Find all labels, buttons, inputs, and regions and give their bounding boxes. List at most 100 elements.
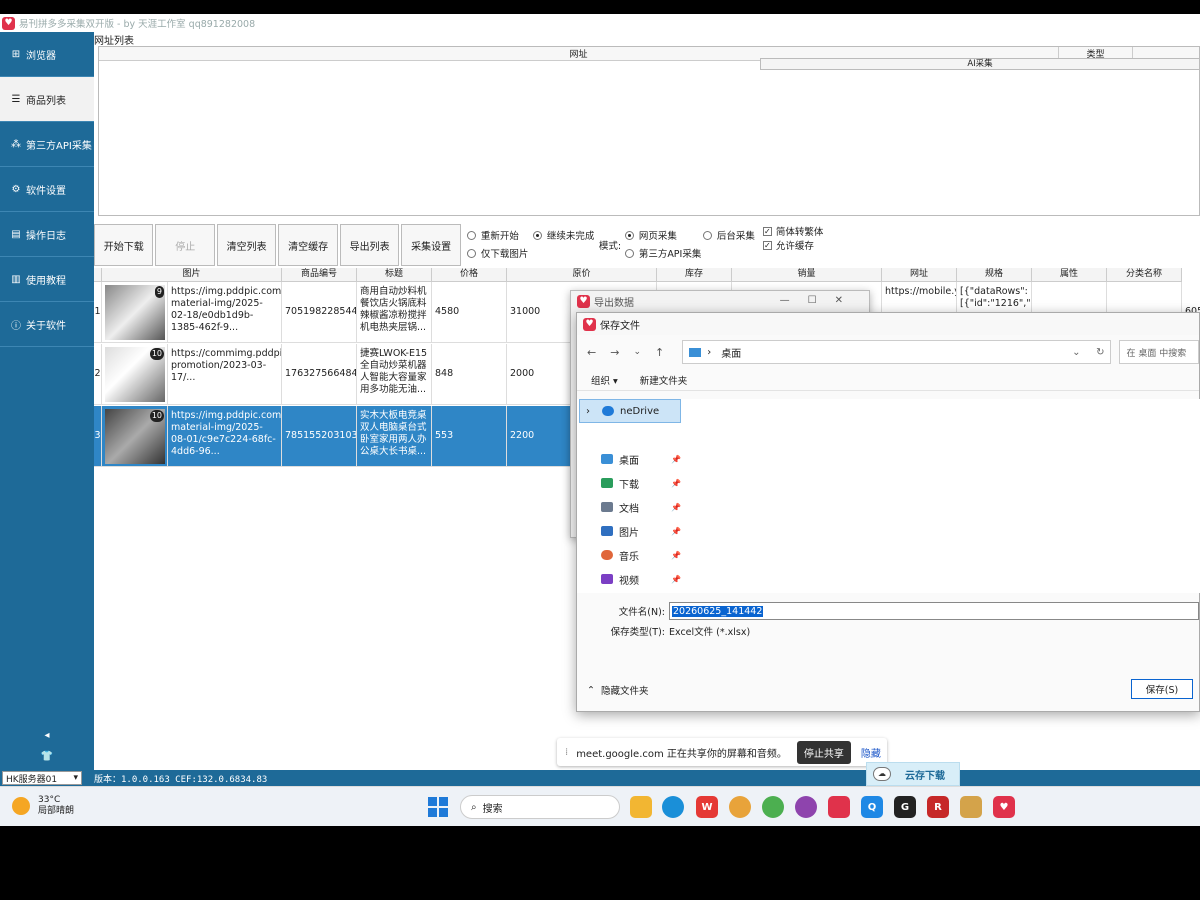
product-id-column-header[interactable]: 商品编号: [282, 268, 357, 282]
filename-input[interactable]: 20260625_141442: [669, 602, 1199, 620]
collect-settings-button[interactable]: 采集设置: [401, 224, 461, 266]
price-column-header[interactable]: 价格: [432, 268, 507, 282]
filename-row: 文件名(N): 20260625_141442: [577, 601, 1200, 621]
store-app-icon[interactable]: [960, 796, 982, 818]
simp-to-trad-checkbox[interactable]: ✓ 简体转繁体: [762, 224, 823, 238]
tree-item-pictures[interactable]: 图片 📌: [577, 519, 693, 543]
export-list-button[interactable]: 导出列表: [339, 224, 400, 266]
up-arrow-icon[interactable]: ↑: [655, 346, 664, 359]
checkbox-indicator: ✓: [762, 240, 772, 250]
tree-item-onedrive[interactable]: › neDrive: [579, 399, 681, 423]
new-folder-button[interactable]: 新建文件夹: [640, 373, 688, 387]
server-select[interactable]: HK服务器01 ▾: [2, 771, 82, 785]
url-column-header[interactable]: 网址: [882, 268, 957, 282]
search-input[interactable]: 在 桌面 中搜索: [1119, 340, 1199, 364]
weather-widget[interactable]: 33°C 局部晴朗: [12, 795, 74, 817]
mode-api-radio[interactable]: 第三方API采集: [624, 246, 702, 260]
sidebar-item-product-list[interactable]: ☰ 商品列表: [0, 77, 94, 122]
mode-web-radio[interactable]: 网页采集: [624, 228, 677, 242]
start-button[interactable]: [428, 797, 448, 817]
g-app-icon[interactable]: G: [894, 796, 916, 818]
tree-item-music[interactable]: 音乐 📌: [577, 543, 693, 567]
radio-indicator: [702, 230, 712, 240]
organize-button[interactable]: 组织 ▾: [591, 373, 618, 387]
spec-column-header[interactable]: 规格: [957, 268, 1032, 282]
product-image: 10: [105, 347, 165, 402]
app-heart-taskbar-icon[interactable]: ♥: [993, 796, 1015, 818]
desktop-icon: [601, 454, 613, 464]
attribute-column-header[interactable]: 属性: [1032, 268, 1107, 282]
image-count-badge: 10: [149, 410, 164, 422]
refresh-icon[interactable]: ↻: [1096, 347, 1104, 358]
image-column-header[interactable]: 图片: [102, 268, 282, 282]
title-column-header[interactable]: 标题: [357, 268, 432, 282]
shirt-icon[interactable]: 👕: [0, 751, 94, 762]
ai-collect-bar[interactable]: AI采集: [760, 58, 1200, 70]
tree-item-downloads[interactable]: 下载 📌: [577, 471, 693, 495]
q-app-icon[interactable]: Q: [861, 796, 883, 818]
sidebar-item-log[interactable]: ▤ 操作日志: [0, 212, 94, 257]
save-button[interactable]: 保存(S): [1131, 679, 1193, 699]
wps-icon[interactable]: W: [696, 796, 718, 818]
continue-radio[interactable]: 继续未完成: [532, 228, 594, 242]
weather-sun-icon: [12, 797, 30, 815]
chrome-profile-icon[interactable]: [762, 796, 784, 818]
tree-item-documents[interactable]: 文档 📌: [577, 495, 693, 519]
pin-icon: 📌: [671, 526, 681, 536]
product-thumbnail: 10: [102, 344, 168, 404]
collapse-arrow-icon[interactable]: ◂: [0, 730, 94, 741]
allow-cache-checkbox[interactable]: ✓ 允许缓存: [762, 238, 814, 252]
filetype-select[interactable]: Excel文件 (*.xlsx): [669, 624, 750, 638]
taskbar-search[interactable]: ⌕ 搜索: [460, 795, 620, 819]
sidebar-item-about[interactable]: ⓘ 关于软件: [0, 302, 94, 347]
stop-sharing-button[interactable]: 停止共享: [796, 740, 851, 764]
clear-cache-button[interactable]: 清空缓存: [278, 224, 338, 266]
forward-arrow-icon[interactable]: →: [610, 346, 619, 359]
mode-background-radio[interactable]: 后台采集: [702, 228, 755, 242]
address-bar[interactable]: › 桌面 ⌄ ↻: [682, 340, 1112, 364]
sidebar-item-browser[interactable]: ⊞ 浏览器: [0, 32, 94, 77]
file-explorer-icon[interactable]: [630, 796, 652, 818]
clear-list-button[interactable]: 清空列表: [216, 224, 277, 266]
app-heart-logo-icon: ♥: [577, 294, 590, 308]
gear-icon: ⚙: [11, 183, 21, 195]
url-table[interactable]: 网址 类型: [98, 46, 1200, 216]
drag-handle-icon[interactable]: ⁞: [565, 747, 568, 758]
server-value: HK服务器01: [6, 774, 58, 785]
maximize-icon[interactable]: ☐: [808, 295, 835, 306]
expand-chevron-icon[interactable]: ›: [586, 406, 590, 417]
sidebar-item-settings[interactable]: ⚙ 软件设置: [0, 167, 94, 212]
sales-column-header[interactable]: 销量: [732, 268, 882, 282]
row-index: 2: [94, 344, 102, 404]
sidebar-item-third-party-api[interactable]: ⁂ 第三方API采集: [0, 122, 94, 167]
collapse-chevron-icon[interactable]: ⌃: [587, 685, 595, 696]
original-price-column-header[interactable]: 原价: [507, 268, 657, 282]
cloud-download-button[interactable]: ☁ 云存下载: [866, 762, 960, 786]
sidebar-item-label: 浏览器: [26, 50, 56, 62]
hide-share-bar-link[interactable]: 隐藏: [861, 745, 881, 760]
restart-radio[interactable]: 重新开始: [466, 228, 519, 242]
recent-chevron-icon[interactable]: ⌄: [633, 347, 641, 357]
category-column-header[interactable]: 分类名称: [1107, 268, 1182, 282]
chevron-down-icon[interactable]: ⌄: [1072, 347, 1080, 358]
tree-item-videos[interactable]: 视频 📌: [577, 567, 693, 591]
minimize-icon[interactable]: —: [780, 295, 808, 306]
start-download-button[interactable]: 开始下载: [94, 224, 154, 266]
pdd-app-icon[interactable]: [828, 796, 850, 818]
r-app-icon[interactable]: R: [927, 796, 949, 818]
chrome-canary-icon[interactable]: [795, 796, 817, 818]
stop-button[interactable]: 停止: [155, 224, 215, 266]
tree-item-desktop[interactable]: 桌面 📌: [577, 447, 693, 471]
mode-api-label: 第三方API采集: [638, 249, 702, 260]
edge-browser-icon[interactable]: [662, 796, 684, 818]
hide-folders-toggle[interactable]: 隐藏文件夹: [601, 683, 649, 697]
product-image: 10: [105, 409, 165, 464]
close-icon[interactable]: ✕: [835, 295, 861, 306]
back-arrow-icon[interactable]: ←: [587, 346, 596, 359]
file-list[interactable]: [693, 399, 1200, 593]
chrome-icon[interactable]: [729, 796, 751, 818]
filetype-row: 保存类型(T): Excel文件 (*.xlsx): [577, 621, 1200, 641]
stock-column-header[interactable]: 库存: [657, 268, 732, 282]
images-only-radio[interactable]: 仅下载图片: [466, 246, 528, 260]
sidebar-item-tutorial[interactable]: ▥ 使用教程: [0, 257, 94, 302]
